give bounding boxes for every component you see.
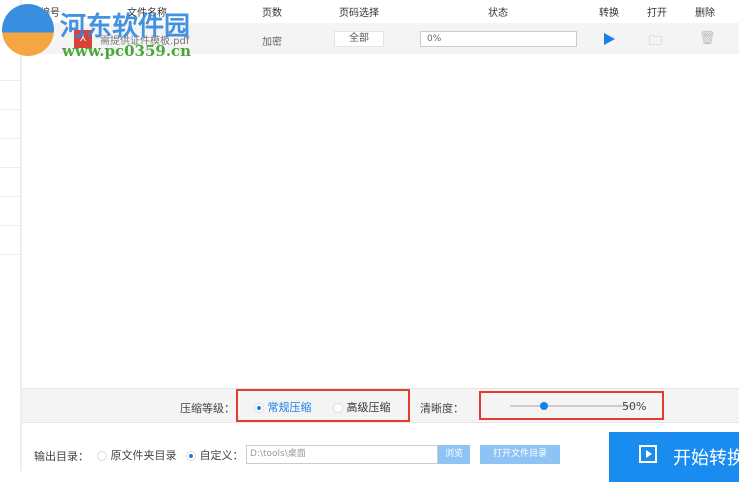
radio-dot[interactable]: [97, 451, 107, 461]
logo-emblem: [2, 4, 54, 56]
col-page-select: 页码选择: [339, 8, 379, 19]
sidebar-item[interactable]: [0, 139, 21, 168]
radio-advanced[interactable]: 高级压缩: [333, 399, 391, 415]
clarity-value: 50%: [622, 400, 647, 413]
watermark-logo: 河东软件园 www.pc0359.cn: [0, 0, 200, 62]
start-convert-button[interactable]: 开始转换: [609, 432, 739, 482]
col-open: 打开: [647, 8, 667, 19]
radio-source-folder[interactable]: 原文件夹目录: [97, 447, 177, 463]
watermark-title: 河东软件园: [60, 12, 191, 42]
play-box-icon: [639, 445, 657, 463]
sidebar-item[interactable]: [0, 226, 21, 255]
output-label: 输出目录：: [34, 450, 89, 463]
radio-source-label: 原文件夹目录: [110, 449, 177, 462]
page-count: 加密: [262, 37, 282, 48]
browse-button[interactable]: 浏览: [438, 445, 470, 464]
watermark-url: www.pc0359.cn: [62, 42, 192, 60]
play-icon[interactable]: [604, 33, 615, 45]
folder-open-icon[interactable]: 🗀: [649, 32, 662, 54]
output-path-input[interactable]: D:\tools\桌面: [246, 445, 438, 464]
col-status: 状态: [488, 8, 508, 19]
radio-normal-label: 常规压缩: [267, 401, 312, 414]
sidebar-item[interactable]: [0, 168, 21, 197]
page-select-button[interactable]: 全部: [334, 31, 384, 47]
compression-bar: 压缩等级： 常规压缩 高级压缩 清晰度： 50%: [22, 388, 739, 423]
radio-dot[interactable]: [186, 451, 196, 461]
col-pages: 页数: [262, 8, 282, 19]
sidebar-item[interactable]: [0, 81, 21, 110]
trash-icon[interactable]: 🗑: [699, 31, 716, 46]
clarity-slider-thumb[interactable]: [540, 402, 548, 410]
radio-normal[interactable]: 常规压缩: [254, 399, 312, 415]
col-delete: 删除: [695, 8, 715, 19]
clarity-label: 清晰度：: [420, 402, 464, 415]
compression-label: 压缩等级：: [180, 402, 235, 415]
progress-bar: 0%: [420, 31, 577, 47]
sidebar-item[interactable]: [0, 110, 21, 139]
open-directory-button[interactable]: 打开文件目录: [480, 445, 560, 464]
radio-advanced-label: 高级压缩: [346, 401, 391, 414]
radio-dot[interactable]: [254, 403, 264, 413]
sidebar: [0, 0, 22, 471]
col-convert: 转换: [599, 8, 619, 19]
radio-custom[interactable]: 自定义：: [186, 447, 244, 463]
radio-custom-label: 自定义：: [199, 449, 244, 462]
sidebar-item[interactable]: [0, 197, 21, 226]
output-section: 输出目录： 原文件夹目录 自定义： D:\tools\桌面 浏览 打开文件目录 …: [22, 423, 739, 482]
clarity-slider-track[interactable]: [510, 405, 634, 407]
start-convert-label: 开始转换: [673, 448, 739, 469]
radio-dot[interactable]: [333, 403, 343, 413]
